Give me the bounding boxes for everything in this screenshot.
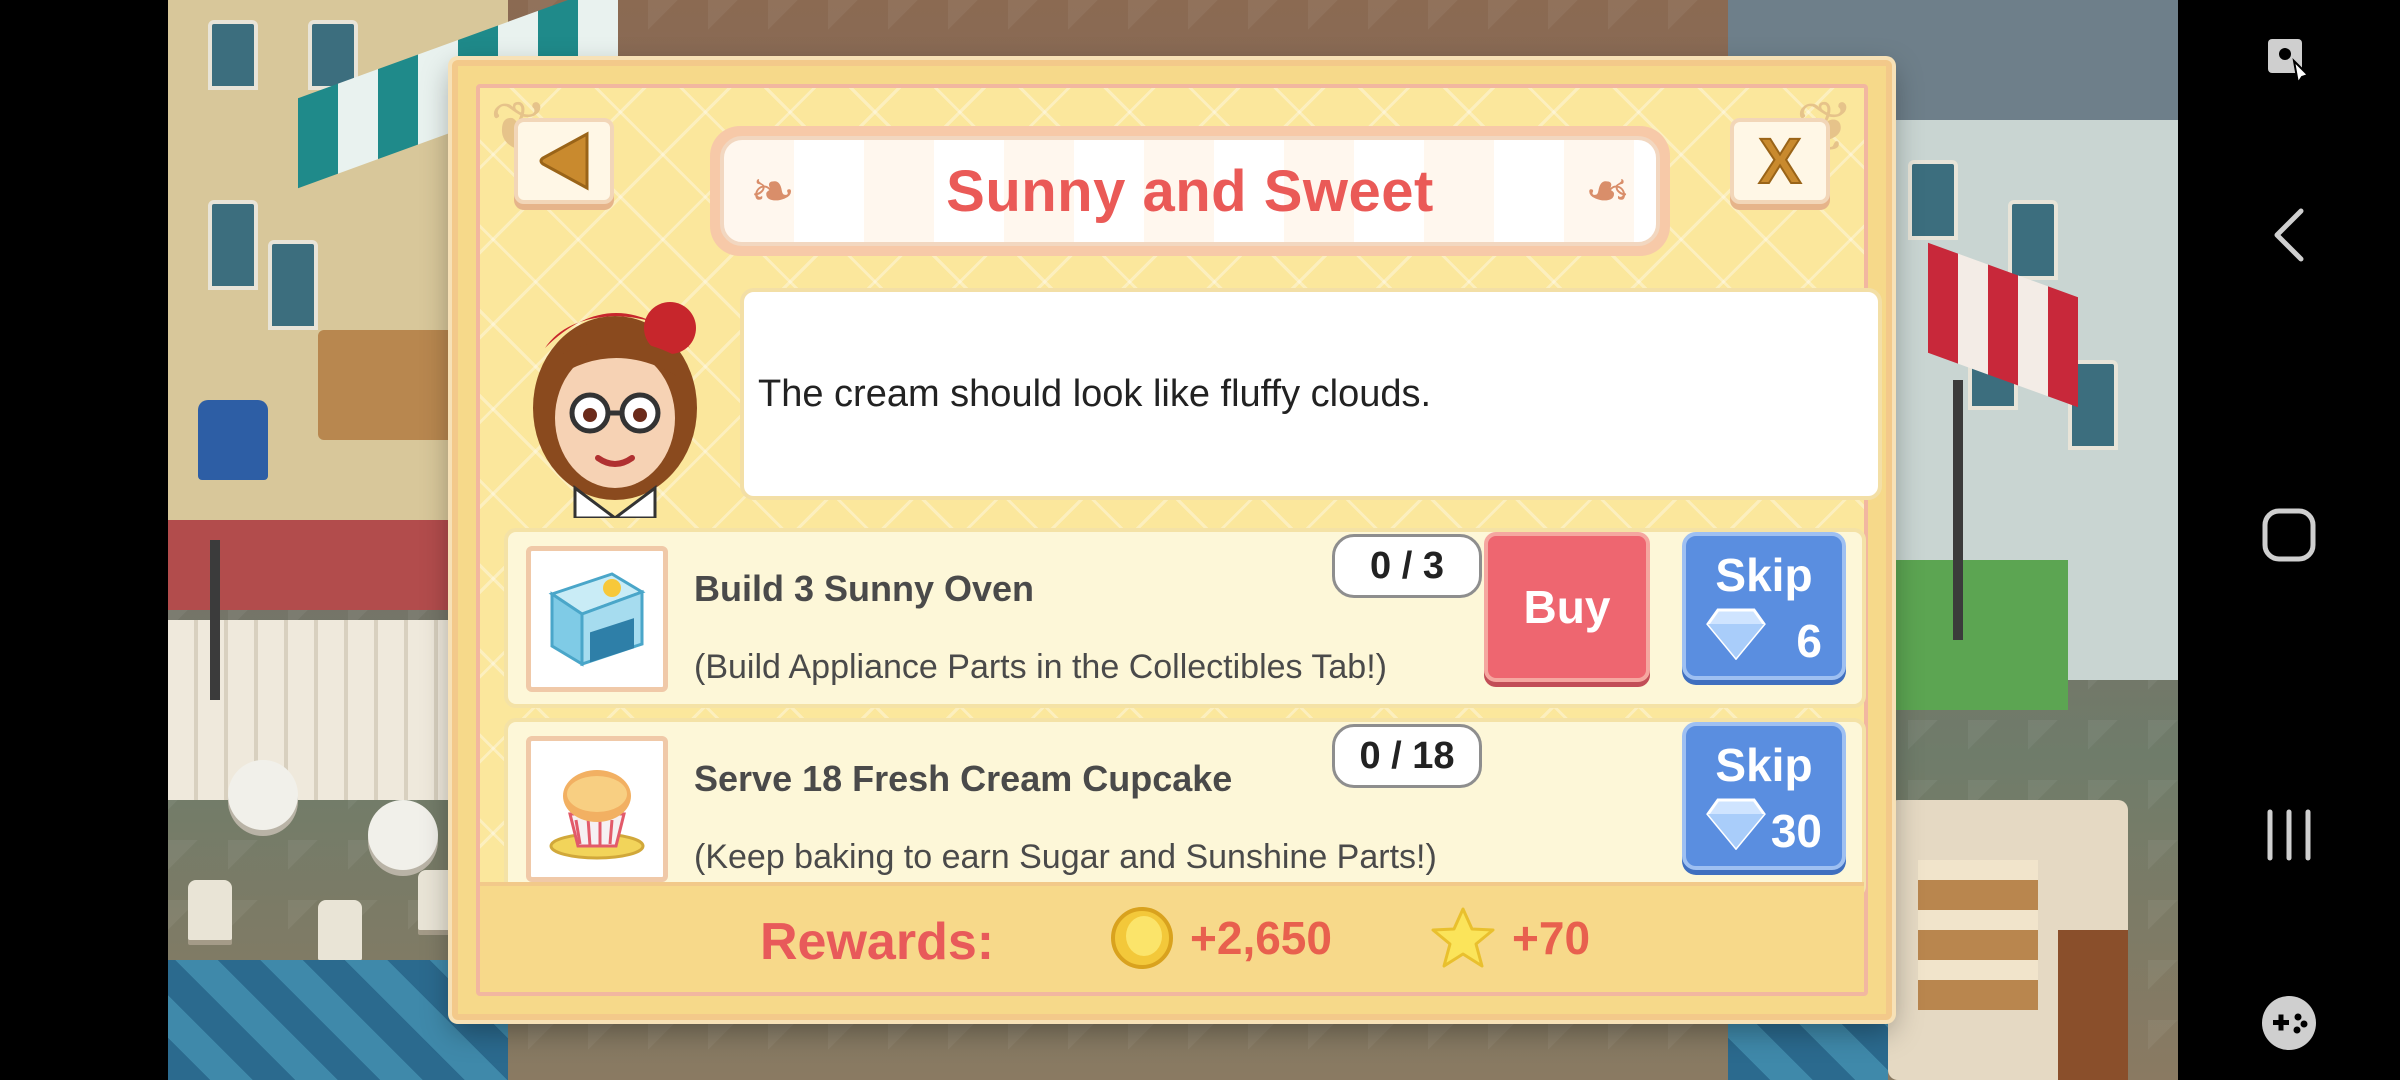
building-window bbox=[1908, 160, 1958, 240]
cafe-chair bbox=[318, 900, 362, 960]
building-window bbox=[208, 200, 258, 290]
speech-box: The cream should look like fluffy clouds… bbox=[740, 288, 1882, 500]
building-window bbox=[268, 240, 318, 330]
task-row: Build 3 Sunny Oven (Build Appliance Part… bbox=[504, 528, 1866, 708]
skip-button[interactable]: Skip 30 bbox=[1682, 722, 1846, 870]
rewards-bar: Rewards: +2,650 +70 bbox=[480, 882, 1864, 992]
skip-cost: 30 bbox=[1770, 805, 1822, 857]
gamepad-icon bbox=[2262, 996, 2316, 1050]
task-hint: (Build Appliance Parts in the Collectibl… bbox=[694, 648, 1387, 686]
dialog-title: Sunny and Sweet bbox=[946, 158, 1434, 224]
game-tools-button[interactable] bbox=[2256, 990, 2322, 1056]
star-reward: +70 bbox=[1430, 906, 1590, 970]
skip-label: Skip bbox=[1715, 549, 1813, 601]
speech-text: The cream should look like fluffy clouds… bbox=[758, 372, 1432, 415]
cafe-table bbox=[228, 760, 298, 830]
screen-capture-button[interactable] bbox=[2259, 30, 2319, 90]
cafe-table bbox=[368, 800, 438, 870]
wooden-pillar bbox=[2058, 930, 2128, 1080]
recents-icon bbox=[2267, 809, 2311, 861]
coin-reward-value: +2,650 bbox=[1190, 912, 1332, 964]
cupcake-icon bbox=[549, 770, 645, 860]
triangle-left-icon bbox=[539, 131, 589, 191]
star-icon bbox=[1431, 907, 1495, 968]
skip-button[interactable]: Skip 6 bbox=[1682, 532, 1846, 680]
system-nav-bar bbox=[2178, 0, 2400, 1080]
close-button[interactable]: X bbox=[1730, 118, 1830, 204]
home-nav-button[interactable] bbox=[2254, 500, 2324, 570]
task-title: Serve 18 Fresh Cream Cupcake bbox=[694, 758, 1233, 799]
task-hint: (Keep baking to earn Sugar and Sunshine … bbox=[694, 838, 1437, 876]
gem-icon bbox=[1706, 798, 1766, 850]
skip-label: Skip bbox=[1715, 739, 1813, 791]
rewards-label: Rewards: bbox=[760, 913, 995, 971]
sunny-oven-icon bbox=[548, 572, 646, 667]
coin-reward: +2,650 bbox=[1110, 906, 1332, 970]
screen-lock-icon bbox=[2268, 39, 2310, 85]
flourish-left-icon: ❧ bbox=[750, 161, 796, 222]
recents-nav-button[interactable] bbox=[2254, 800, 2324, 870]
task-title: Build 3 Sunny Oven bbox=[694, 568, 1035, 609]
quest-dialog: ❦ ❦ ❦ ❦ ❧ Sunny and Sweet ❧ X bbox=[452, 60, 1892, 1020]
task-row: Serve 18 Fresh Cream Cupcake (Keep bakin… bbox=[504, 718, 1866, 898]
title-banner-inner: ❧ Sunny and Sweet ❧ bbox=[720, 136, 1660, 246]
task-progress: 0 / 18 bbox=[1332, 724, 1482, 788]
pastry-shelf bbox=[1918, 860, 2038, 1010]
building-window bbox=[2008, 200, 2058, 280]
close-icon: X bbox=[1758, 124, 1803, 198]
back-nav-button[interactable] bbox=[2259, 200, 2319, 270]
task-progress: 0 / 3 bbox=[1332, 534, 1482, 598]
mailbox bbox=[198, 400, 268, 480]
skip-cost: 6 bbox=[1796, 615, 1822, 667]
street-lamp bbox=[210, 540, 220, 700]
title-banner: ❧ Sunny and Sweet ❧ bbox=[710, 126, 1670, 256]
flourish-right-icon: ❧ bbox=[1584, 161, 1630, 222]
back-button[interactable] bbox=[514, 118, 614, 204]
character-portrait bbox=[520, 288, 710, 520]
gem-icon bbox=[1706, 608, 1766, 660]
coin-icon bbox=[1111, 907, 1173, 969]
task-icon-box bbox=[526, 736, 668, 882]
chef-portrait-icon bbox=[533, 302, 697, 520]
street-lamp bbox=[1953, 380, 1963, 640]
dialog-panel: ❦ ❦ ❦ ❦ ❧ Sunny and Sweet ❧ X bbox=[476, 84, 1882, 996]
star-reward-value: +70 bbox=[1512, 912, 1591, 964]
task-icon-box bbox=[526, 546, 668, 692]
chevron-left-icon bbox=[2274, 208, 2304, 262]
building-window bbox=[208, 20, 258, 90]
home-square-icon bbox=[2262, 508, 2316, 562]
buy-button[interactable]: Buy bbox=[1484, 532, 1650, 682]
cafe-chair bbox=[188, 880, 232, 940]
